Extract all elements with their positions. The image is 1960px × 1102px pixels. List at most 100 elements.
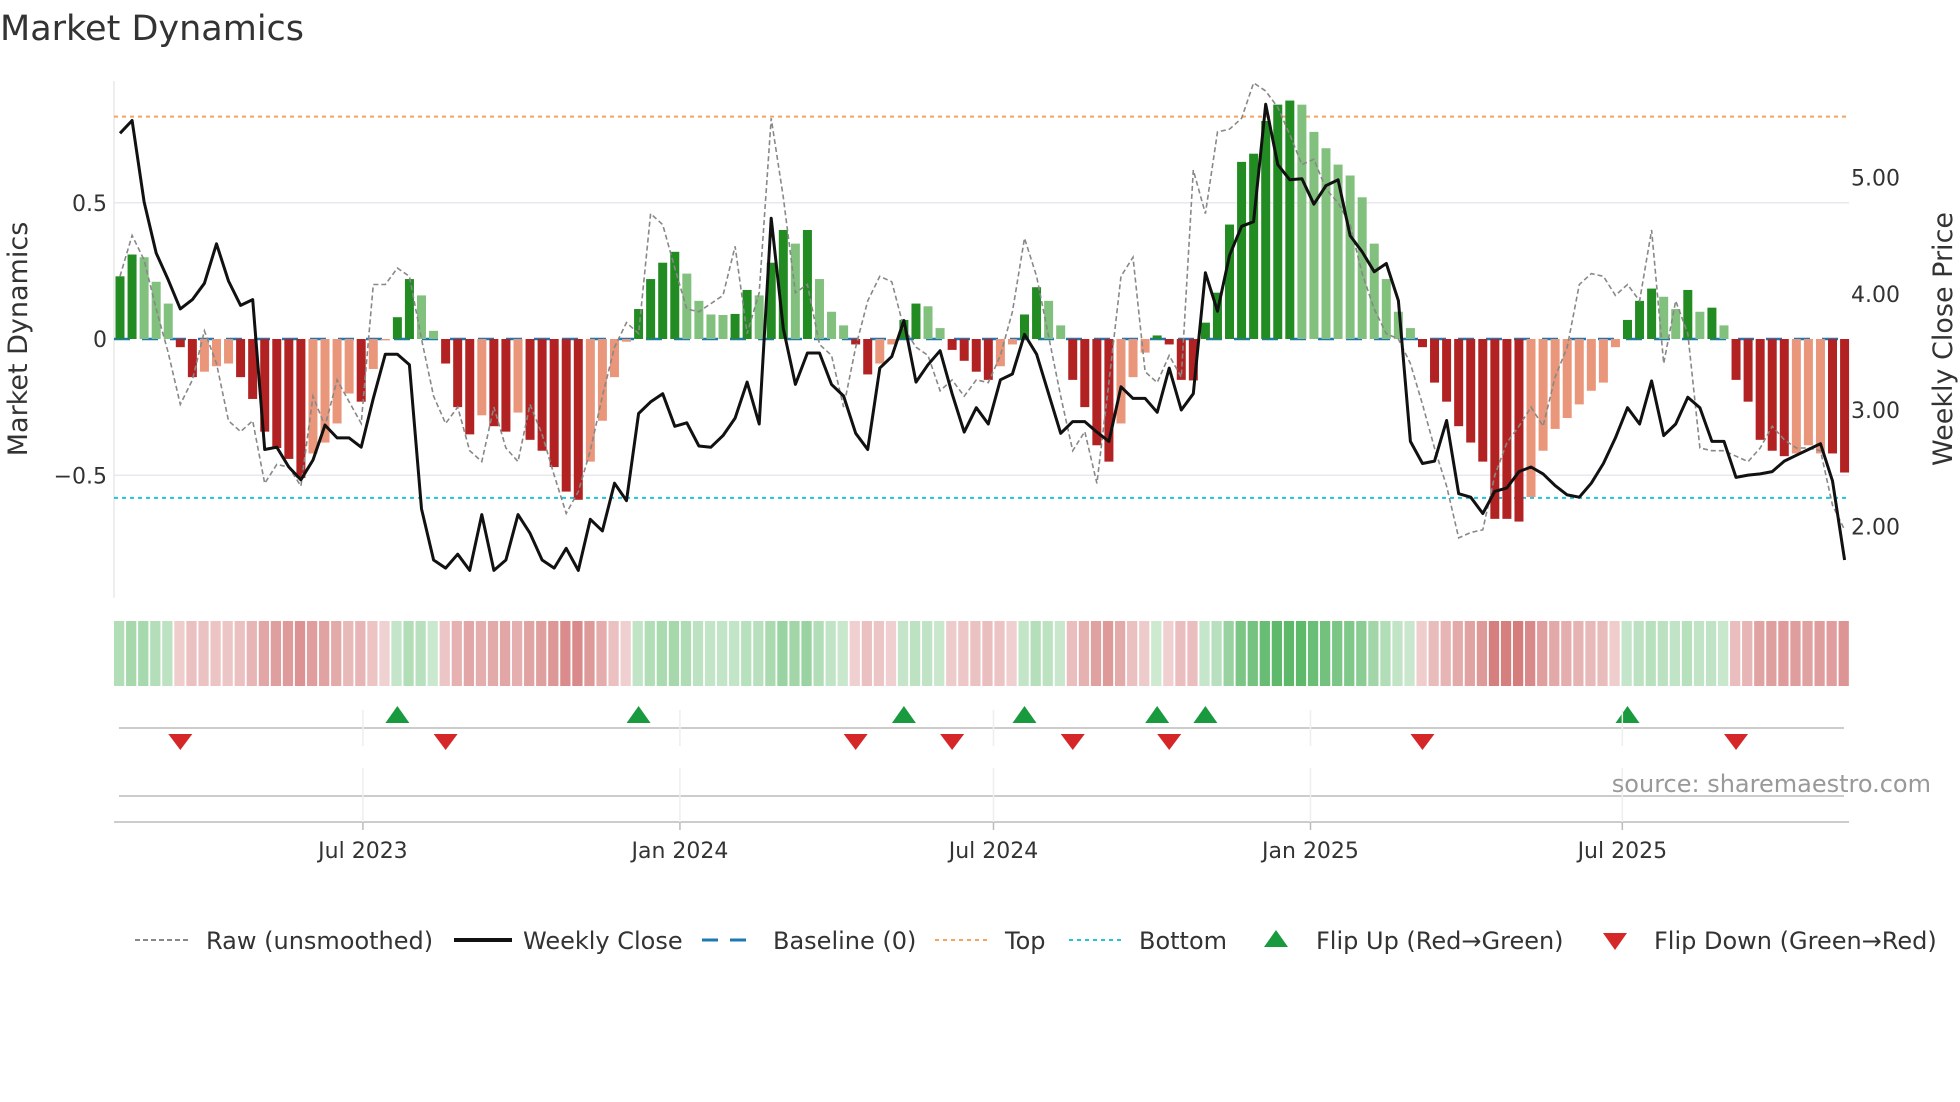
heat-cell: [246, 621, 257, 686]
heat-cell: [379, 621, 390, 686]
momentum-bar: [417, 295, 426, 339]
momentum-bar: [272, 339, 282, 448]
heat-cell: [234, 621, 245, 686]
heat-cell: [1681, 621, 1693, 686]
momentum-bar: [1200, 322, 1210, 339]
heat-cell: [1717, 621, 1729, 686]
heat-cell: [1175, 621, 1186, 686]
momentum-bar: [1623, 319, 1632, 339]
heat-cell: [1187, 621, 1198, 686]
flip-up-marker: [1145, 706, 1170, 723]
heat-cell: [741, 621, 752, 686]
momentum-bar: [115, 276, 125, 339]
momentum-bar: [224, 339, 234, 364]
reference-lines: [114, 115, 1849, 499]
momentum-bar: [429, 330, 439, 339]
y2-tick-label: 5.00: [1851, 167, 1900, 192]
heat-cell: [1657, 621, 1668, 686]
heat-cell: [849, 621, 860, 686]
flip-down-marker: [843, 734, 868, 750]
y-axis-left-ticks: 0.5 0 −0.5: [54, 192, 107, 490]
flip-down-marker: [1157, 734, 1182, 750]
heat-cell: [885, 621, 897, 686]
heat-cell: [1778, 621, 1789, 686]
heat-cell: [1754, 621, 1765, 686]
momentum-bar: [441, 339, 451, 364]
heat-cell: [1380, 621, 1391, 686]
momentum-bar: [959, 339, 969, 361]
heat-cell: [524, 621, 535, 686]
momentum-bar: [127, 254, 137, 339]
momentum-bar: [1297, 104, 1307, 340]
heat-cell: [511, 621, 523, 686]
momentum-bar: [1405, 328, 1415, 339]
heat-cell: [1428, 621, 1439, 686]
momentum-bar: [1164, 339, 1174, 345]
heat-cell: [1163, 621, 1174, 686]
momentum-bar: [851, 339, 861, 345]
heat-cell: [873, 621, 885, 686]
raw-series: [119, 81, 1846, 540]
momentum-bar: [175, 339, 185, 348]
momentum-bar: [1273, 104, 1283, 340]
heat-cell: [415, 621, 426, 686]
heat-cell: [1416, 621, 1427, 686]
heat-cell: [1066, 621, 1077, 686]
momentum-bar: [1080, 339, 1090, 408]
momentum-bar: [609, 339, 619, 378]
momentum-bar: [1695, 311, 1705, 339]
momentum-bar: [875, 339, 885, 364]
heat-cell: [861, 621, 872, 686]
x-tick-label: Jul 2025: [1576, 839, 1668, 864]
x-tick-label: Jan 2025: [1260, 839, 1359, 864]
heat-cell: [536, 621, 547, 686]
momentum-bar: [1357, 197, 1367, 339]
heat-cell: [1127, 621, 1138, 686]
heat-cell: [1259, 621, 1270, 686]
x-tick-label: Jul 2024: [947, 839, 1039, 864]
heat-cell: [644, 621, 655, 686]
momentum-bar: [718, 315, 728, 339]
heat-cell: [946, 621, 957, 686]
heat-cell: [126, 621, 137, 686]
heat-cell: [958, 621, 969, 686]
heat-cell: [1742, 621, 1753, 686]
momentum-bar: [525, 339, 535, 440]
legend-label: Weekly Close: [523, 927, 683, 955]
heat-cell: [1826, 621, 1837, 686]
heat-cell: [222, 621, 233, 686]
heat-cell: [680, 621, 692, 686]
flip-up-marker: [891, 706, 916, 723]
momentum-bar: [187, 339, 197, 378]
heat-cell: [1621, 621, 1632, 686]
heat-cell: [463, 621, 474, 686]
heat-cell: [1440, 621, 1451, 686]
heat-cell: [1030, 621, 1041, 686]
y2-tick-label: 4.00: [1851, 283, 1900, 308]
heat-cell: [777, 621, 788, 686]
y-tick-label: 0: [93, 328, 107, 353]
momentum-bar: [1381, 279, 1391, 339]
weekly-close-series: [118, 102, 1847, 572]
momentum-bar: [646, 279, 656, 339]
heat-cell: [294, 621, 306, 686]
momentum-bar: [236, 339, 246, 378]
y-tick-label: −0.5: [54, 464, 107, 489]
heat-cell: [1476, 621, 1488, 686]
flip-down-marker: [433, 734, 458, 750]
momentum-bar: [585, 339, 595, 462]
heat-cell: [1802, 621, 1813, 686]
heat-cell: [391, 621, 402, 686]
heat-cell: [1633, 621, 1644, 686]
heat-cell: [1669, 621, 1680, 686]
heat-cell: [1211, 621, 1222, 686]
heat-cell: [427, 621, 438, 686]
momentum-bar: [489, 339, 499, 427]
heat-cell: [1054, 621, 1065, 686]
momentum-bar: [971, 339, 981, 372]
heat-cell: [692, 621, 704, 686]
heat-strip: [114, 621, 1849, 686]
heat-cell: [825, 621, 836, 686]
heat-cell: [1320, 621, 1331, 686]
heat-cell: [1790, 621, 1801, 686]
